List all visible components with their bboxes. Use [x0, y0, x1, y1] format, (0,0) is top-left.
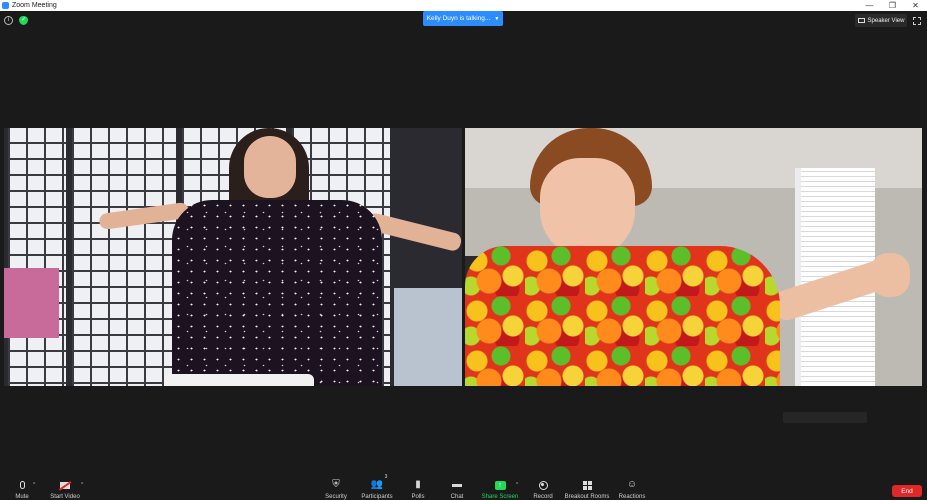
white-object [164, 374, 314, 386]
share-screen-label: Share Screen [481, 494, 519, 500]
chat-button[interactable]: ▬ Chat [435, 476, 479, 500]
microphone-icon [16, 479, 28, 491]
pink-cloth [4, 268, 59, 338]
chat-label: Chat [450, 494, 464, 500]
participants-count: 3 [384, 474, 388, 480]
video-off-icon [59, 479, 71, 491]
shelf [394, 288, 462, 386]
info-icon[interactable]: i [4, 16, 13, 25]
minimize-button[interactable]: — [858, 0, 881, 11]
shoji-screen-panel [8, 128, 66, 386]
share-options-chevron-icon[interactable]: ^ [516, 482, 518, 488]
polls-label: Polls [411, 494, 425, 500]
fullscreen-icon[interactable] [913, 17, 921, 25]
video-options-chevron-icon[interactable]: ^ [81, 482, 83, 488]
grid-icon [581, 479, 593, 491]
chevron-down-icon: ▼ [494, 15, 500, 22]
record-button[interactable]: Record [521, 476, 565, 500]
window-title-bar: Zoom Meeting — ❐ ✕ [0, 0, 927, 11]
polls-button[interactable]: ▮ Polls [396, 476, 440, 500]
active-speaker-label: Kelly Duyn is talking... [426, 15, 491, 22]
active-speaker-dropdown[interactable]: Kelly Duyn is talking... ▼ [423, 11, 503, 26]
participants-label: Participants [361, 494, 393, 500]
audio-options-chevron-icon[interactable]: ^ [33, 482, 35, 488]
faded-name-label [783, 412, 867, 423]
meeting-toolbar: Mute ^ Start Video ^ ⛨ Security 👥 3 Part… [0, 474, 927, 500]
start-video-button[interactable]: Start Video [43, 476, 87, 500]
participant-face [540, 158, 635, 258]
participant-face [244, 136, 296, 198]
window-title: Zoom Meeting [12, 2, 57, 9]
share-screen-button[interactable]: ↑ Share Screen [478, 476, 522, 500]
participants-button[interactable]: 👥 3 Participants [355, 474, 399, 500]
restore-button[interactable]: ❐ [881, 0, 904, 11]
close-button[interactable]: ✕ [904, 0, 927, 11]
encryption-shield-icon[interactable]: ✓ [19, 16, 28, 25]
end-meeting-button[interactable]: End [892, 485, 922, 497]
breakout-rooms-button[interactable]: Breakout Rooms [565, 476, 609, 500]
speaker-view-label: Speaker View [867, 17, 905, 24]
zoom-app-icon [2, 2, 9, 9]
shield-icon: ⛨ [332, 479, 340, 490]
participant-hand [870, 253, 910, 297]
record-icon [537, 479, 549, 491]
breakout-rooms-label: Breakout Rooms [564, 494, 610, 500]
mute-label: Mute [15, 494, 29, 500]
starry-shirt [172, 200, 382, 386]
reactions-button[interactable]: ☺ Reactions [610, 476, 654, 500]
participant-video-tile-left[interactable] [4, 128, 462, 386]
shoji-screen-panel [72, 128, 176, 386]
meeting-top-bar: i ✓ Kelly Duyn is talking... ▼ Speaker V… [0, 11, 927, 29]
gummy-bear-shirt [465, 246, 780, 386]
reactions-label: Reactions [618, 494, 646, 500]
bar-chart-icon: ▮ [415, 479, 421, 490]
speaker-view-icon [857, 18, 865, 23]
mute-button[interactable]: Mute [0, 476, 44, 500]
security-label: Security [325, 494, 347, 500]
participant-video-tile-right[interactable] [465, 128, 922, 386]
record-label: Record [533, 494, 553, 500]
start-video-label: Start Video [50, 494, 80, 500]
share-screen-icon: ↑ [494, 479, 506, 491]
speaker-view-button[interactable]: Speaker View [855, 14, 907, 27]
smiley-plus-icon: ☺ [626, 479, 638, 490]
participants-icon: 👥 [370, 479, 384, 490]
chat-bubble-icon: ▬ [452, 479, 462, 490]
security-button[interactable]: ⛨ Security [314, 476, 358, 500]
